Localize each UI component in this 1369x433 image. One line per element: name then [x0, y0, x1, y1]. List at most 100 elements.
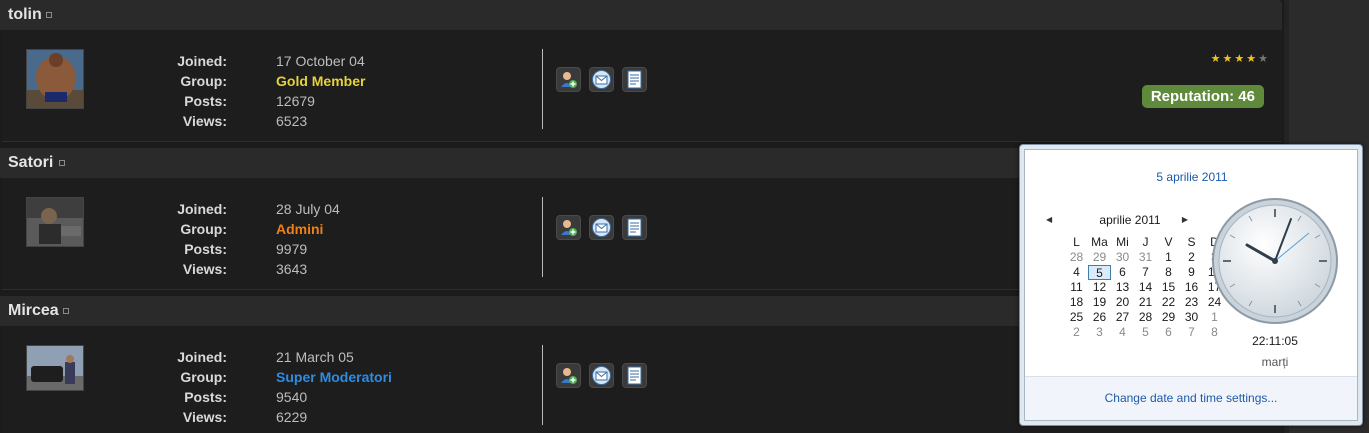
posts-value: 9979: [276, 241, 308, 257]
calendar-day[interactable]: 1: [1157, 250, 1180, 265]
calendar-day[interactable]: 20: [1111, 295, 1134, 310]
send-message-icon[interactable]: [589, 363, 614, 388]
month-header: ◀ aprilie 2011 ▶: [1042, 213, 1218, 231]
calendar-day[interactable]: 12: [1088, 280, 1111, 295]
joined-value: 28 July 04: [276, 201, 340, 217]
calendar-day[interactable]: 9: [1180, 265, 1203, 280]
views-label: Views:: [182, 113, 227, 129]
posts-value: 12679: [276, 93, 315, 109]
grid-spacer: [1042, 280, 1065, 295]
calendar-day[interactable]: 27: [1111, 310, 1134, 325]
digital-time: 22:11:05: [1252, 334, 1298, 348]
calendar-day[interactable]: 6: [1157, 325, 1180, 340]
calendar-day[interactable]: 8: [1157, 265, 1180, 280]
calendar-day[interactable]: 14: [1134, 280, 1157, 295]
view-content-icon[interactable]: [622, 363, 647, 388]
avatar[interactable]: [26, 49, 84, 109]
add-friend-icon[interactable]: [556, 67, 581, 92]
day-grid: LMaMiJVSD2829303112345678910111213141516…: [1042, 235, 1221, 340]
calendar-day[interactable]: 2: [1065, 325, 1088, 340]
calendar-day[interactable]: 4: [1111, 325, 1134, 340]
calendar-day[interactable]: 29: [1088, 250, 1111, 265]
add-friend-icon[interactable]: [556, 363, 581, 388]
reputation-badge: Reputation: 46: [1141, 85, 1264, 108]
external-link-icon[interactable]: [59, 160, 65, 166]
info-labels: Joined: Group: Posts: Views:: [142, 199, 227, 279]
send-message-icon[interactable]: [589, 215, 614, 240]
flyout-panel: 5 aprilie 2011 ◀ aprilie 2011 ▶ L Ma Mi J V S…: [1024, 149, 1358, 421]
calendar-day[interactable]: 31: [1134, 250, 1157, 265]
calendar-day[interactable]: 13: [1111, 280, 1134, 295]
date-time-flyout: 5 aprilie 2011 ◀ aprilie 2011 ▶ L Ma Mi J V S…: [1019, 144, 1363, 426]
calendar-day[interactable]: 25: [1065, 310, 1088, 325]
member-details: Joined: Group: Posts: Views: 17 October …: [2, 30, 1282, 142]
calendar-day[interactable]: 3: [1088, 325, 1111, 340]
weekday-header: V: [1164, 235, 1173, 249]
info-values: 28 July 04 Admini 9979 3643: [276, 199, 476, 279]
joined-value: 21 March 05: [276, 349, 354, 365]
calendar-day[interactable]: 7: [1134, 265, 1157, 280]
long-date-link[interactable]: 5 aprilie 2011: [1025, 170, 1359, 184]
info-values: 17 October 04 Gold Member 12679 6523: [276, 51, 476, 131]
prev-month-icon[interactable]: ◀: [1046, 215, 1052, 224]
group-value: Admini: [276, 221, 324, 237]
calendar-day[interactable]: 23: [1180, 295, 1203, 310]
calendar-day[interactable]: 11: [1065, 280, 1088, 295]
group-label: Group:: [180, 221, 227, 237]
calendar-day[interactable]: 28: [1134, 310, 1157, 325]
change-settings-link[interactable]: Change date and time settings...: [1025, 391, 1357, 405]
avatar[interactable]: [26, 345, 84, 391]
joined-label: Joined:: [177, 201, 227, 217]
calendar-day[interactable]: 30: [1180, 310, 1203, 325]
views-value: 6229: [276, 409, 308, 425]
weekday-header: J: [1142, 235, 1149, 249]
calendar-day[interactable]: 15: [1157, 280, 1180, 295]
calendar-day[interactable]: 30: [1111, 250, 1134, 265]
member-name[interactable]: tolin: [8, 6, 42, 24]
calendar-day[interactable]: 5: [1134, 325, 1157, 340]
member-card: tolin Joined: Group: Posts: Views: 17 Oc…: [0, 0, 1284, 146]
posts-label: Posts:: [184, 93, 227, 109]
grid-spacer: [1042, 250, 1065, 265]
views-value: 6523: [276, 113, 308, 129]
analog-clock: [1211, 197, 1339, 325]
group-label: Group:: [180, 73, 227, 89]
calendar-day[interactable]: 6: [1111, 265, 1134, 280]
external-link-icon[interactable]: [63, 308, 69, 314]
calendar-day[interactable]: 16: [1180, 280, 1203, 295]
calendar-day[interactable]: 2: [1180, 250, 1203, 265]
weekday-header: L: [1073, 235, 1080, 249]
grid-spacer: [1042, 295, 1065, 310]
calendar-day[interactable]: 28: [1065, 250, 1088, 265]
send-message-icon[interactable]: [589, 67, 614, 92]
joined-value: 17 October 04: [276, 53, 365, 69]
external-link-icon[interactable]: [46, 12, 52, 18]
calendar-day[interactable]: 5: [1088, 265, 1111, 280]
info-values: 21 March 05 Super Moderatori 9540 6229: [276, 347, 476, 427]
calendar-day[interactable]: 21: [1134, 295, 1157, 310]
calendar-day[interactable]: 26: [1088, 310, 1111, 325]
calendar-day[interactable]: 19: [1088, 295, 1111, 310]
posts-label: Posts:: [184, 389, 227, 405]
member-name[interactable]: Mircea: [8, 302, 59, 320]
view-content-icon[interactable]: [622, 215, 647, 240]
rating-stars: ★★★★★: [1210, 53, 1270, 65]
calendar-day[interactable]: 4: [1065, 265, 1088, 280]
calendar-day[interactable]: 18: [1065, 295, 1088, 310]
add-friend-icon[interactable]: [556, 215, 581, 240]
divider: [542, 197, 543, 277]
info-labels: Joined: Group: Posts: Views:: [142, 51, 227, 131]
view-content-icon[interactable]: [622, 67, 647, 92]
group-value: Gold Member: [276, 73, 366, 89]
next-month-icon[interactable]: ▶: [1182, 215, 1188, 224]
info-labels: Joined: Group: Posts: Views:: [142, 347, 227, 427]
calendar-day[interactable]: 29: [1157, 310, 1180, 325]
calendar-day[interactable]: 7: [1180, 325, 1203, 340]
member-name[interactable]: Satori: [8, 154, 53, 172]
views-label: Views:: [182, 261, 227, 277]
avatar[interactable]: [26, 197, 84, 247]
calendar-day[interactable]: 22: [1157, 295, 1180, 310]
weekday-header: Ma: [1091, 235, 1108, 249]
month-title[interactable]: aprilie 2011: [1099, 213, 1160, 227]
grid-spacer: [1042, 325, 1065, 340]
